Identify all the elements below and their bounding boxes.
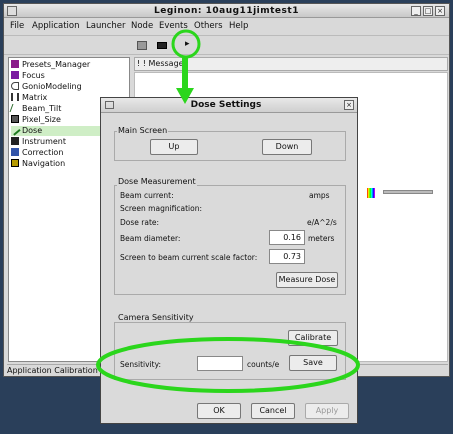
highlight-ellipse-annotation: [96, 337, 360, 393]
highlight-circle-annotation: [171, 29, 201, 59]
arrow-head-annotation: [176, 88, 194, 104]
annotation-overlay: [96, 29, 360, 393]
